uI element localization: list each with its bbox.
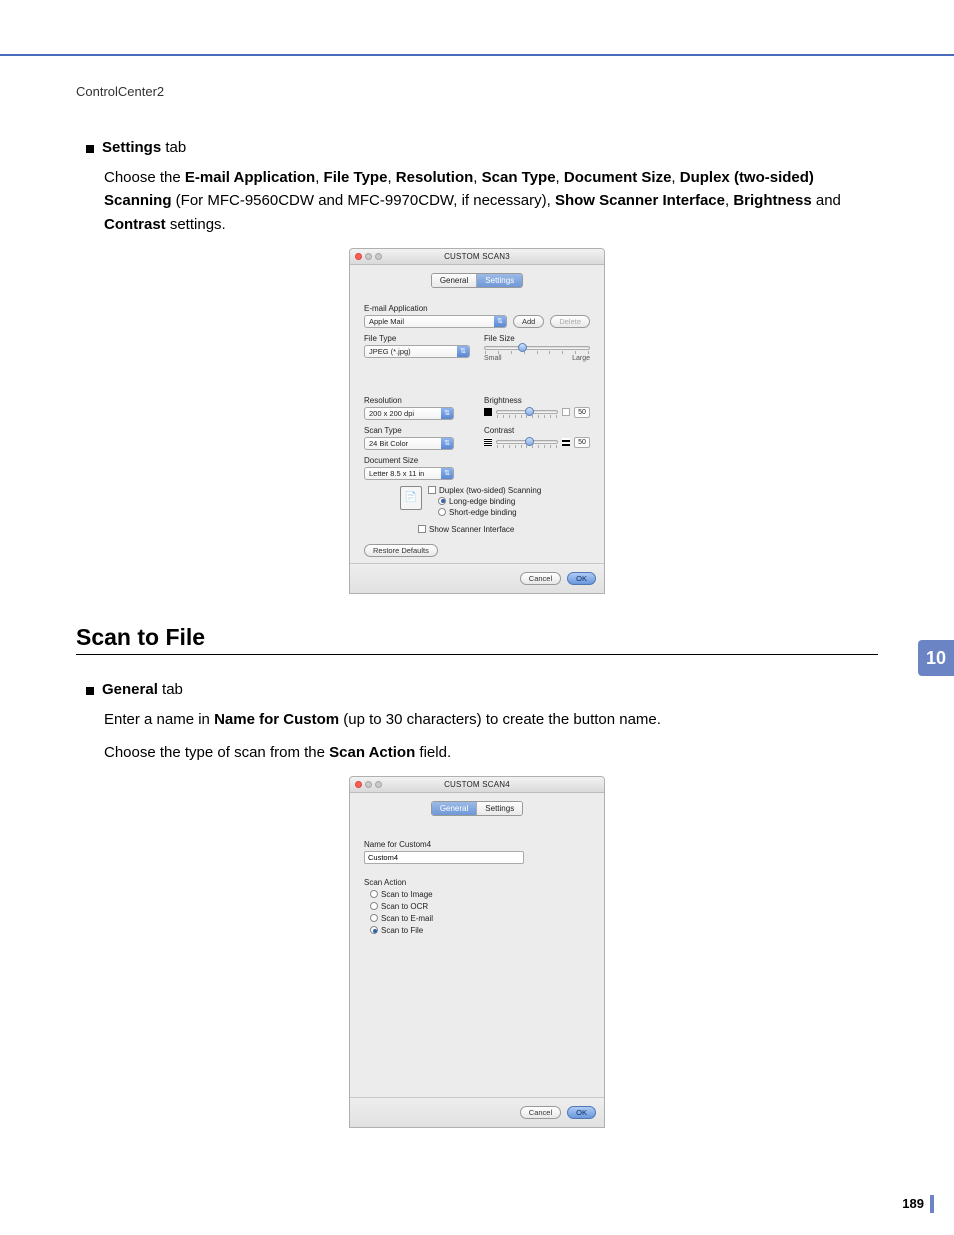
cancel-button[interactable]: Cancel — [520, 572, 561, 585]
radio-scan-to-email[interactable]: Scan to E-mail — [364, 914, 590, 923]
brightness-value[interactable]: 50 — [574, 407, 590, 418]
section-title-scan-to-file: Scan to File — [76, 624, 878, 655]
radio-scan-to-image[interactable]: Scan to Image — [364, 890, 590, 899]
slider-brightness[interactable] — [496, 410, 558, 414]
checkbox-show-scanner-interface[interactable]: Show Scanner Interface — [418, 525, 590, 534]
titlebar: CUSTOM SCAN4 — [350, 777, 604, 793]
page-number: 189 — [902, 1196, 924, 1211]
dialog-title: CUSTOM SCAN3 — [350, 252, 604, 261]
chevron-down-icon: ⇅ — [441, 408, 453, 419]
slider-contrast[interactable] — [496, 440, 558, 444]
ok-button[interactable]: OK — [567, 572, 596, 585]
label-brightness: Brightness — [484, 396, 590, 405]
label-file-size: File Size — [484, 334, 590, 343]
bullet-icon — [86, 145, 94, 153]
restore-defaults-button[interactable]: Restore Defaults — [364, 544, 438, 557]
duplex-icon: 📄 — [400, 486, 422, 510]
chevron-down-icon: ⇅ — [457, 346, 469, 357]
checkbox-duplex[interactable]: Duplex (two-sided) Scanning — [428, 486, 541, 495]
select-email-app[interactable]: Apple Mail ⇅ — [364, 315, 507, 328]
label-scan-type: Scan Type — [364, 426, 470, 435]
body-paragraph-2b: Choose the type of scan from the Scan Ac… — [104, 741, 878, 764]
page-number-bar — [930, 1195, 934, 1213]
chevron-down-icon: ⇅ — [441, 438, 453, 449]
slider-file-size[interactable] — [484, 346, 590, 350]
bullet-general-tab: General tab — [86, 681, 878, 698]
label-file-type: File Type — [364, 334, 470, 343]
bullet-rest: tab — [158, 681, 183, 698]
body-paragraph-1: Choose the E-mail Application, File Type… — [104, 166, 878, 236]
brightness-light-icon — [562, 408, 570, 416]
label-contrast: Contrast — [484, 426, 590, 435]
label-resolution: Resolution — [364, 396, 470, 405]
select-resolution[interactable]: 200 x 200 dpi ⇅ — [364, 407, 454, 420]
brightness-dark-icon — [484, 408, 492, 416]
bullet-rest: tab — [161, 139, 186, 156]
chevron-down-icon: ⇅ — [494, 316, 506, 327]
tab-settings[interactable]: Settings — [477, 274, 522, 287]
select-scan-type[interactable]: 24 Bit Color ⇅ — [364, 437, 454, 450]
select-document-size[interactable]: Letter 8.5 x 11 in ⇅ — [364, 467, 454, 480]
chapter-tab: 10 — [918, 640, 954, 676]
label-email-app: E-mail Application — [364, 304, 590, 313]
tab-general[interactable]: General — [432, 274, 477, 287]
delete-button[interactable]: Delete — [550, 315, 590, 328]
tab-general[interactable]: General — [432, 802, 477, 815]
label-scan-action: Scan Action — [364, 878, 590, 887]
titlebar: CUSTOM SCAN3 — [350, 249, 604, 265]
bullet-settings-tab: Settings tab — [86, 139, 878, 156]
bullet-bold: General — [102, 681, 158, 698]
radio-long-edge[interactable]: Long-edge binding — [438, 497, 541, 506]
header-text: ControlCenter2 — [76, 84, 878, 99]
contrast-low-icon — [484, 438, 492, 446]
label-name-for-custom: Name for Custom4 — [364, 840, 590, 849]
label-document-size: Document Size — [364, 456, 470, 465]
contrast-high-icon — [562, 438, 570, 446]
contrast-value[interactable]: 50 — [574, 437, 590, 448]
add-button[interactable]: Add — [513, 315, 544, 328]
tab-settings[interactable]: Settings — [477, 802, 522, 815]
radio-short-edge[interactable]: Short-edge binding — [438, 508, 541, 517]
input-name-for-custom[interactable] — [364, 851, 524, 864]
cancel-button[interactable]: Cancel — [520, 1106, 561, 1119]
chevron-down-icon: ⇅ — [441, 468, 453, 479]
body-paragraph-2a: Enter a name in Name for Custom (up to 3… — [104, 708, 878, 731]
radio-scan-to-ocr[interactable]: Scan to OCR — [364, 902, 590, 911]
bullet-bold: Settings — [102, 139, 161, 156]
select-file-type[interactable]: JPEG (*.jpg) ⇅ — [364, 345, 470, 358]
radio-scan-to-file[interactable]: Scan to File — [364, 926, 590, 935]
top-accent-bar — [0, 0, 954, 56]
ok-button[interactable]: OK — [567, 1106, 596, 1119]
dialog-title: CUSTOM SCAN4 — [350, 780, 604, 789]
bullet-icon — [86, 687, 94, 695]
dialog-custom-scan3: CUSTOM SCAN3 General Settings E-mail App… — [349, 248, 605, 594]
label-large: Large — [572, 355, 590, 362]
label-small: Small — [484, 355, 502, 362]
dialog-custom-scan4: CUSTOM SCAN4 General Settings Name for C… — [349, 776, 605, 1128]
